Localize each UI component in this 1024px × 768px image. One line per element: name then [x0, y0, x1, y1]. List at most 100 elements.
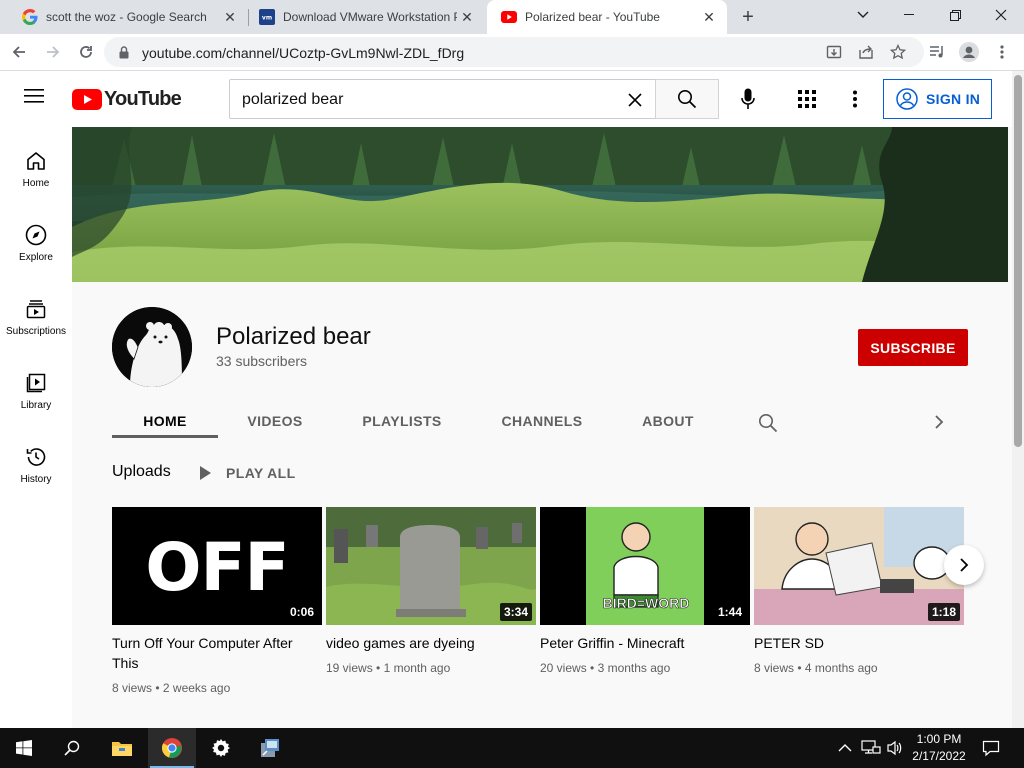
voice-search-icon[interactable]: [736, 87, 760, 111]
video-thumbnail[interactable]: 1:18: [754, 507, 964, 625]
tab-about[interactable]: ABOUT: [618, 400, 718, 437]
reload-icon[interactable]: [73, 39, 99, 65]
sign-in-button[interactable]: SIGN IN: [883, 79, 992, 119]
video-title[interactable]: Turn Off Your Computer After This: [112, 633, 322, 673]
browser-toolbar: youtube.com/channel/UCoztp-GvLm9Nwl-ZDL_…: [0, 34, 1024, 71]
guide-item-home[interactable]: Home: [0, 127, 72, 201]
taskbar-clock[interactable]: 1:00 PM 2/17/2022: [906, 731, 972, 765]
vmware-installer-icon[interactable]: [246, 728, 294, 768]
tabs-scroll-right-icon[interactable]: [934, 414, 944, 435]
video-title[interactable]: Peter Griffin - Minecraft: [540, 633, 750, 653]
video-meta: 8 views • 4 months ago: [754, 661, 878, 675]
profile-icon[interactable]: [956, 39, 982, 65]
install-app-icon[interactable]: [824, 42, 844, 62]
guide-item-library[interactable]: Library: [0, 349, 72, 423]
account-icon: [896, 88, 918, 110]
share-icon[interactable]: [856, 42, 876, 62]
search-input[interactable]: polarized bear: [229, 79, 656, 119]
channel-page: Polarized bear 33 subscribers SUBSCRIBE …: [72, 127, 1012, 728]
video-thumbnail[interactable]: 3:34: [326, 507, 536, 625]
shelf-next-button[interactable]: [944, 545, 984, 585]
tab-search-icon[interactable]: [840, 0, 886, 30]
lock-icon[interactable]: [114, 42, 134, 62]
browser-tab-google[interactable]: scott the woz - Google Search ✕: [8, 0, 248, 34]
file-explorer-icon[interactable]: [98, 728, 146, 768]
network-icon[interactable]: [861, 739, 881, 762]
close-window-button[interactable]: [978, 0, 1024, 30]
history-icon: [24, 445, 48, 469]
video-title[interactable]: video games are dyeing: [326, 633, 536, 653]
upload-age: 3 months ago: [597, 661, 671, 675]
tab-title: scott the woz - Google Search: [46, 10, 207, 24]
video-card[interactable]: 1:18 PETER SD 8 views • 4 months ago: [754, 507, 964, 675]
browser-tab-vmware[interactable]: vm Download VMware Workstation Pro ✕: [245, 0, 485, 34]
video-duration: 0:06: [285, 603, 318, 621]
media-control-icon[interactable]: [924, 39, 950, 65]
video-card[interactable]: BIRD=WORD 1:44 Peter Griffin - Minecraft…: [540, 507, 750, 675]
clear-search-icon[interactable]: [627, 92, 643, 113]
sign-in-label: SIGN IN: [926, 91, 981, 107]
view-count: 19 views: [326, 661, 373, 675]
google-icon: [22, 9, 38, 25]
show-hidden-icons-icon[interactable]: [838, 740, 852, 758]
close-tab-icon[interactable]: ✕: [220, 7, 240, 27]
guide-item-explore[interactable]: Explore: [0, 201, 72, 275]
video-thumbnail[interactable]: OFF 0:06: [112, 507, 322, 625]
chrome-menu-icon[interactable]: [989, 39, 1015, 65]
volume-icon[interactable]: [886, 739, 904, 762]
settings-gear-icon[interactable]: [197, 728, 245, 768]
play-all-button[interactable]: PLAY ALL: [198, 462, 296, 484]
bookmark-star-icon[interactable]: [888, 42, 908, 62]
channel-avatar[interactable]: [112, 307, 192, 387]
subscribe-button[interactable]: SUBSCRIBE: [858, 329, 968, 366]
uploads-shelf: Uploads PLAY ALL OFF 0:06 Turn Off Your …: [72, 439, 1008, 728]
subscriptions-icon: [24, 297, 48, 321]
youtube-logo[interactable]: YouTube: [72, 88, 182, 110]
start-button[interactable]: [0, 728, 48, 768]
play-all-label: PLAY ALL: [226, 465, 296, 481]
guide-label: Home: [22, 178, 50, 189]
search-icon: [677, 89, 697, 109]
browser-tab-strip: scott the woz - Google Search ✕ vm Downl…: [0, 0, 1024, 34]
browser-tab-youtube[interactable]: Polarized bear - YouTube ✕: [487, 0, 727, 34]
video-card[interactable]: 3:34 video games are dyeing 19 views • 1…: [326, 507, 536, 675]
chrome-taskbar-icon[interactable]: [148, 728, 196, 768]
forward-icon[interactable]: [40, 39, 66, 65]
video-thumbnail[interactable]: BIRD=WORD 1:44: [540, 507, 750, 625]
guide-item-subscriptions[interactable]: Subscriptions: [0, 275, 72, 349]
tab-channels[interactable]: CHANNELS: [484, 400, 600, 437]
video-meta: 19 views • 1 month ago: [326, 661, 451, 675]
uploads-title[interactable]: Uploads: [112, 463, 171, 481]
new-tab-button[interactable]: +: [736, 5, 760, 29]
video-title[interactable]: PETER SD: [754, 633, 964, 653]
guide-item-history[interactable]: History: [0, 423, 72, 497]
video-card[interactable]: OFF 0:06 Turn Off Your Computer After Th…: [112, 507, 322, 695]
restore-button[interactable]: [932, 0, 978, 30]
upload-age: 1 month ago: [383, 661, 451, 675]
minimize-button[interactable]: [886, 0, 932, 30]
channel-header: Polarized bear 33 subscribers SUBSCRIBE …: [72, 282, 1008, 439]
channel-search-icon[interactable]: [758, 413, 778, 438]
scrollbar-thumb[interactable]: [1014, 75, 1022, 447]
guide-label: History: [20, 474, 52, 485]
action-center-icon[interactable]: [982, 739, 1000, 762]
play-icon: [198, 465, 212, 481]
close-tab-icon[interactable]: ✕: [457, 7, 477, 27]
back-icon[interactable]: [6, 39, 32, 65]
apps-grid-icon[interactable]: [796, 88, 818, 110]
close-tab-icon[interactable]: ✕: [699, 7, 719, 27]
guide-menu-icon[interactable]: [24, 88, 46, 110]
tab-home[interactable]: HOME: [112, 400, 218, 437]
left-guide: Home Explore Subscriptions Library Histo…: [0, 127, 72, 728]
clock-date: 2/17/2022: [912, 749, 966, 763]
search-query-text: polarized bear: [242, 91, 344, 108]
address-bar[interactable]: youtube.com/channel/UCoztp-GvLm9Nwl-ZDL_…: [104, 37, 924, 67]
guide-label: Subscriptions: [5, 326, 67, 337]
taskbar-search-icon[interactable]: [48, 728, 96, 768]
page-scrollbar[interactable]: [1012, 71, 1024, 728]
settings-more-icon[interactable]: [846, 88, 864, 110]
tab-videos[interactable]: VIDEOS: [222, 400, 328, 437]
tab-playlists[interactable]: PLAYLISTS: [344, 400, 460, 437]
search-button[interactable]: [655, 79, 719, 119]
vmware-icon: vm: [259, 9, 275, 25]
